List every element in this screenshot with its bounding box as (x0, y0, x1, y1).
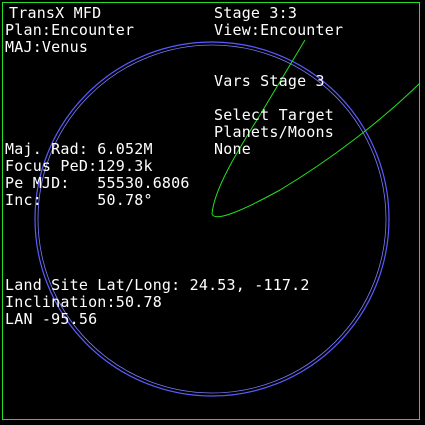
plan-label: Plan:Encounter (5, 21, 135, 39)
land-site-readout: Land Site Lat/Long: 24.53, -117.2 (5, 276, 310, 294)
inclination-readout: Inc: 50.78° (5, 191, 153, 209)
vars-stage-heading: Vars Stage 3 (214, 72, 325, 90)
select-target-label: Select Target (214, 106, 334, 124)
planet-circle (34, 41, 390, 397)
stage-indicator: Stage 3:3 (214, 4, 298, 22)
focus-ped-readout: Focus PeD:129.3k (5, 157, 153, 175)
mfd-title: TransX MFD (9, 4, 102, 22)
landing-inclination-readout: Inclination:50.78 (5, 293, 162, 311)
lan-readout: LAN -95.56 (5, 310, 98, 328)
major-radius-readout: Maj. Rad: 6.052M (5, 140, 153, 158)
target-category: Planets/Moons (214, 123, 334, 141)
target-value: None (214, 140, 251, 158)
view-label: View:Encounter (214, 21, 344, 39)
transx-mfd-display: TransX MFD Stage 3:3 Plan:Encounter View… (0, 0, 425, 425)
planet-circle-inner (37, 44, 387, 394)
pe-mjd-readout: Pe MJD: 55530.6806 (5, 174, 190, 192)
orbit-view (34, 39, 421, 397)
major-body-label: MAJ:Venus (5, 38, 89, 56)
